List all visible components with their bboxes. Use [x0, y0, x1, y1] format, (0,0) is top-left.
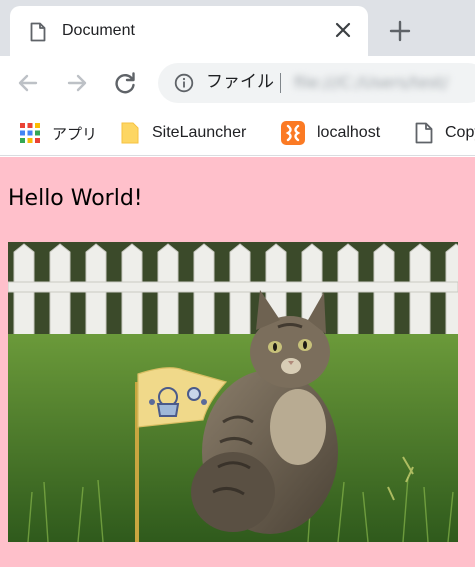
cat-image: [8, 242, 458, 542]
document-icon: [30, 22, 46, 42]
plus-icon[interactable]: [388, 19, 412, 43]
back-arrow-icon[interactable]: [15, 70, 41, 96]
separator: [280, 73, 281, 93]
address-bar[interactable]: ファイル file:///C:/Users/test/: [158, 63, 475, 103]
xampp-icon: [281, 121, 305, 145]
bookmark-localhost[interactable]: localhost: [281, 121, 380, 145]
url-text: file:///C:/Users/test/: [294, 73, 449, 92]
close-icon[interactable]: [332, 19, 354, 41]
info-icon[interactable]: [174, 73, 194, 93]
forward-arrow-icon[interactable]: [64, 70, 90, 96]
folder-icon: [121, 122, 139, 144]
apps-grid-icon: [20, 123, 40, 143]
bookmark-label: アプリ: [52, 124, 98, 143]
scheme-label: ファイル: [206, 72, 274, 92]
cat-photo: [8, 242, 458, 542]
page-content: Hello World!: [0, 157, 475, 567]
tab-title: Document: [62, 22, 135, 39]
toolbar: ファイル file:///C:/Users/test/: [0, 56, 475, 110]
page-icon: [415, 122, 433, 144]
bookmark-apps[interactable]: アプリ: [20, 121, 97, 145]
tab-strip: Document: [0, 0, 475, 56]
bookmark-copy[interactable]: Copy: [415, 121, 475, 145]
bookmark-sitelauncher[interactable]: SiteLauncher: [120, 121, 246, 145]
bookmark-label: SiteLauncher: [152, 124, 247, 141]
bookmarks-bar: アプリ SiteLauncher localhost Copy: [0, 110, 475, 156]
page-heading: Hello World!: [8, 186, 143, 211]
bookmark-label: localhost: [317, 124, 381, 141]
tab-document[interactable]: Document: [10, 6, 368, 56]
reload-icon[interactable]: [112, 70, 138, 96]
bookmark-label: Copy: [445, 124, 475, 141]
